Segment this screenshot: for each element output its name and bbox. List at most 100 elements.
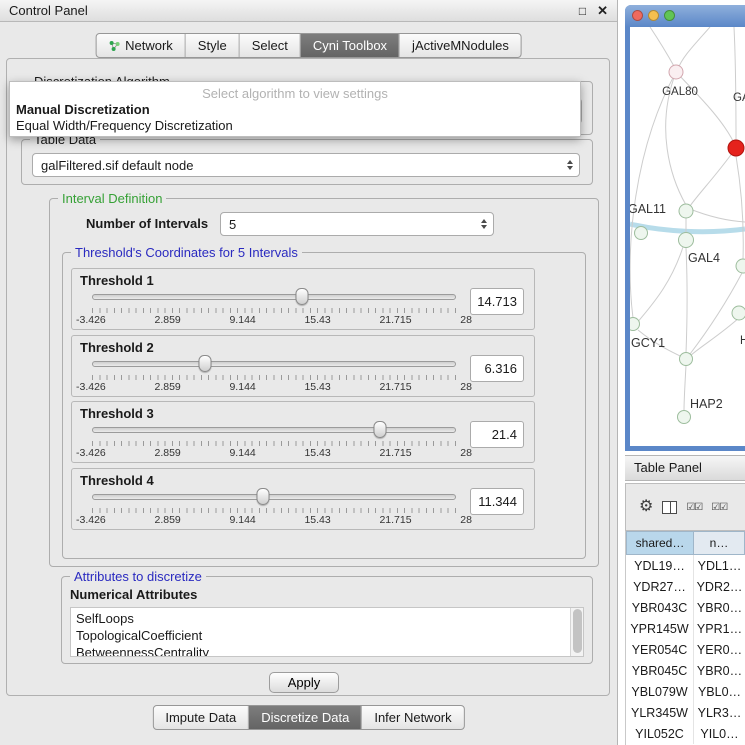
float-window-icon[interactable]: □ <box>579 4 586 18</box>
threshold-panel-1: Threshold 1 -3.426 2.859 9.144 15.43 21.… <box>71 268 535 330</box>
tab-network[interactable]: Network <box>96 34 185 57</box>
columns-icon[interactable] <box>662 501 677 514</box>
traffic-close-button[interactable] <box>632 10 643 21</box>
network-node[interactable] <box>635 227 648 240</box>
list-item[interactable]: BetweennessCentrality <box>71 644 583 657</box>
table-cell[interactable]: YDR27… <box>626 576 694 597</box>
table-cell[interactable]: YBL079W <box>626 681 694 702</box>
table-cell[interactable]: YIL0… <box>694 723 745 744</box>
scrollbar-thumb[interactable] <box>573 609 582 653</box>
table-cell[interactable]: YPR1… <box>694 618 745 639</box>
table-cell[interactable]: YER054C <box>626 639 694 660</box>
traffic-minimize-button[interactable] <box>648 10 659 21</box>
tab-cyni-toolbox[interactable]: Cyni Toolbox <box>300 34 399 57</box>
network-window-titlebar[interactable] <box>625 5 745 27</box>
table-cell[interactable]: YBR0… <box>694 660 745 681</box>
network-node[interactable] <box>679 204 693 218</box>
slider-thumb[interactable] <box>198 355 211 372</box>
table-row[interactable]: YDL19… YDL1… <box>626 555 745 576</box>
table-panel-title: Table Panel <box>634 460 702 475</box>
node-label: GCY1 <box>631 336 665 350</box>
table-row[interactable]: YPR145W YPR1… <box>626 618 745 639</box>
table-cell[interactable]: YLR345W <box>626 702 694 723</box>
table-cell[interactable]: YIL052C <box>626 723 694 744</box>
top-tab-strip: Network Style Select Cyni Toolbox jActiv… <box>95 33 522 58</box>
table-cell[interactable]: YBR043C <box>626 597 694 618</box>
algorithm-option-equal-width[interactable]: Equal Width/Frequency Discretization <box>10 118 580 134</box>
table-cell[interactable]: YBR045C <box>626 660 694 681</box>
table-row[interactable]: YDR27… YDR2… <box>626 576 745 597</box>
slider-track[interactable] <box>92 494 456 500</box>
threshold-panel-4: Threshold 4 -3.426 2.859 9.144 15.43 21.… <box>71 468 535 530</box>
column-header-name[interactable]: n… <box>694 531 745 555</box>
table-cell[interactable]: YDL1… <box>694 555 745 576</box>
traffic-zoom-button[interactable] <box>664 10 675 21</box>
threshold-slider[interactable] <box>92 288 456 306</box>
table-cell[interactable]: YLR3… <box>694 702 745 723</box>
combo-stepper-icon <box>567 160 573 170</box>
table-cell[interactable]: YDL19… <box>626 555 694 576</box>
network-node[interactable] <box>669 65 683 79</box>
thresholds-group: Threshold's Coordinates for 5 Intervals … <box>62 252 586 559</box>
table-data-group: Table Data galFiltered.sif default node <box>21 139 593 185</box>
threshold-value-field[interactable]: 21.4 <box>470 421 524 448</box>
list-item[interactable]: TopologicalCoefficient <box>71 627 583 644</box>
close-icon[interactable]: ✕ <box>597 3 608 19</box>
select-rows-icon[interactable]: ☑☑ <box>711 502 727 513</box>
list-item[interactable]: SelfLoops <box>71 610 583 627</box>
slider-track[interactable] <box>92 361 456 367</box>
threshold-slider[interactable] <box>92 421 456 439</box>
table-row[interactable]: YIL052C YIL0… <box>626 723 745 744</box>
select-columns-icon[interactable]: ☑☑ <box>686 502 702 513</box>
slider-track[interactable] <box>92 294 456 300</box>
threshold-slider[interactable] <box>92 488 456 506</box>
table-row[interactable]: YBL079W YBL0… <box>626 681 745 702</box>
table-row[interactable]: YBR043C YBR0… <box>626 597 745 618</box>
numerical-attributes-label: Numerical Attributes <box>70 587 197 602</box>
gear-icon[interactable]: ⚙ <box>639 499 653 515</box>
network-node[interactable] <box>630 318 640 331</box>
table-row[interactable]: YBR045C YBR0… <box>626 660 745 681</box>
network-node[interactable] <box>679 233 694 248</box>
tab-impute-data[interactable]: Impute Data <box>153 706 248 729</box>
apply-button[interactable]: Apply <box>269 672 339 693</box>
column-header-shared-name[interactable]: shared… <box>626 531 694 555</box>
tab-jactivemnodules[interactable]: jActiveMNodules <box>399 34 521 57</box>
threshold-slider[interactable] <box>92 355 456 373</box>
algorithm-option-manual[interactable]: Manual Discretization <box>10 102 580 118</box>
threshold-value-field[interactable]: 11.344 <box>470 488 524 515</box>
network-node[interactable] <box>678 411 691 424</box>
tab-discretize-data[interactable]: Discretize Data <box>248 706 361 729</box>
slider-thumb[interactable] <box>257 488 270 505</box>
network-node[interactable] <box>732 306 745 320</box>
selected-network-node[interactable] <box>728 140 744 156</box>
table-cell[interactable]: YDR2… <box>694 576 745 597</box>
interval-definition-group-title: Interval Definition <box>58 191 166 206</box>
tab-infer-network[interactable]: Infer Network <box>361 706 463 729</box>
network-node[interactable] <box>736 259 745 273</box>
table-cell[interactable]: YBR0… <box>694 597 745 618</box>
tab-select[interactable]: Select <box>239 34 300 57</box>
table-row[interactable]: YER054C YER0… <box>626 639 745 660</box>
threshold-panel-2: Threshold 2 -3.426 2.859 9.144 15.43 21.… <box>71 335 535 397</box>
network-canvas[interactable]: GAL80 GA GAL11 GAL4 GCY1 HAP2 H <box>630 27 745 446</box>
threshold-value-field[interactable]: 6.316 <box>470 355 524 382</box>
table-cell[interactable]: YBL0… <box>694 681 745 702</box>
tab-label: Network <box>125 35 173 57</box>
interval-definition-group: Interval Definition Number of Intervals … <box>49 198 599 567</box>
table-cell[interactable]: YPR145W <box>626 618 694 639</box>
table-row[interactable]: YLR345W YLR3… <box>626 702 745 723</box>
table-cell[interactable]: YER0… <box>694 639 745 660</box>
table-data-combobox[interactable]: galFiltered.sif default node <box>32 153 580 177</box>
slider-thumb[interactable] <box>296 288 309 305</box>
slider-thumb[interactable] <box>373 421 386 438</box>
tab-style[interactable]: Style <box>185 34 239 57</box>
network-node[interactable] <box>680 353 693 366</box>
number-of-intervals-combobox[interactable]: 5 <box>220 212 494 236</box>
threshold-value-field[interactable]: 14.713 <box>470 288 524 315</box>
tab-label: Style <box>198 35 227 57</box>
slider-track[interactable] <box>92 427 456 433</box>
list-scrollbar[interactable] <box>570 608 583 656</box>
slider-scale-labels: -3.426 2.859 9.144 15.43 21.715 28 <box>76 314 472 326</box>
combo-stepper-icon <box>481 219 487 229</box>
